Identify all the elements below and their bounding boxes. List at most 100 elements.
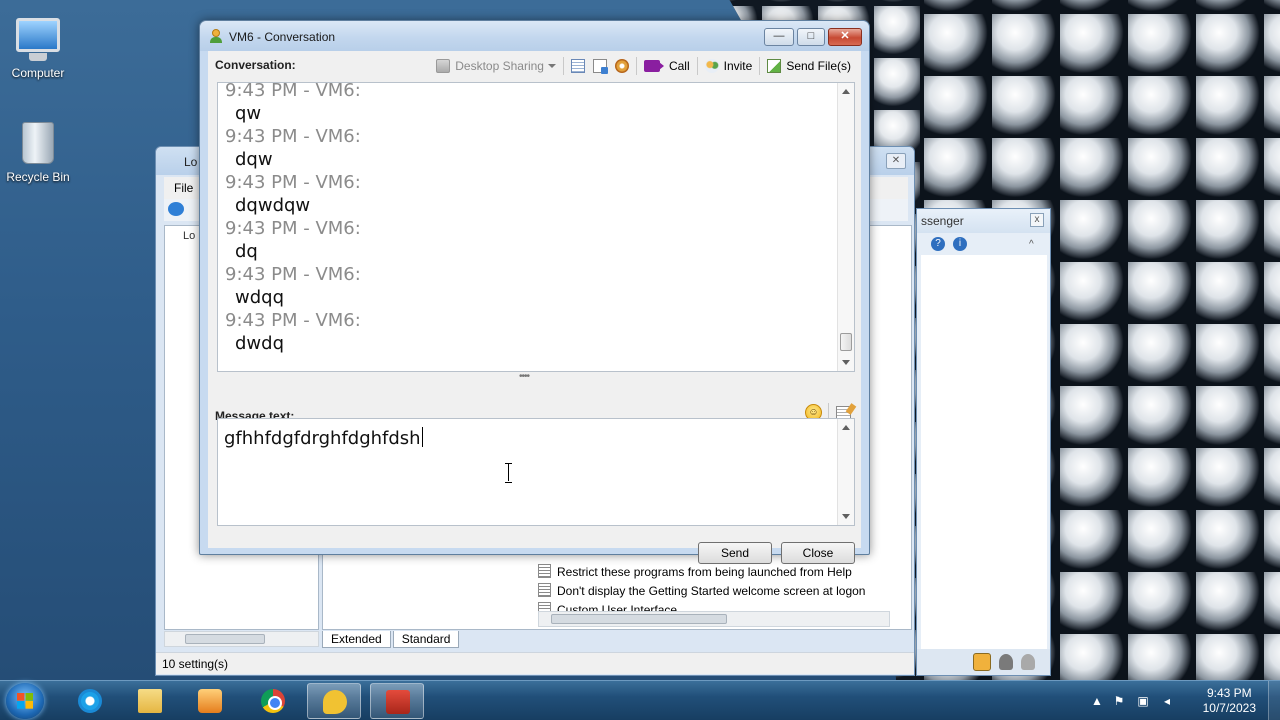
maximize-button[interactable]: □ xyxy=(797,28,825,46)
volume-muted-icon[interactable]: ◂ xyxy=(1160,694,1174,708)
conversation-scrollbar[interactable] xyxy=(837,83,854,371)
message-input-text: gfhhfdgfdrghfdghfdsh xyxy=(224,427,423,449)
whiteboard-icon xyxy=(570,59,585,73)
gear-icon xyxy=(614,59,629,73)
send-button[interactable]: Send xyxy=(698,542,772,564)
network-icon[interactable]: ▣ xyxy=(1136,694,1150,708)
call-label: Call xyxy=(668,59,690,73)
scroll-up-arrow-icon[interactable] xyxy=(842,89,850,94)
scroll-down-arrow-icon[interactable] xyxy=(842,514,850,519)
scroll-thumb[interactable] xyxy=(185,634,265,644)
setting-item[interactable]: Don't display the Getting Started welcom… xyxy=(538,583,865,598)
video-camera-icon xyxy=(643,60,664,72)
document-icon xyxy=(592,59,608,74)
desktop-sharing-label: Desktop Sharing xyxy=(455,59,544,73)
message-header: 9:43 PM - VM6: xyxy=(225,310,361,331)
tab-extended[interactable]: Extended xyxy=(322,631,391,648)
collapse-icon[interactable]: ^ xyxy=(1029,239,1034,250)
info-icon[interactable]: i xyxy=(953,237,967,251)
messenger-contact-list[interactable] xyxy=(921,255,1047,650)
settings-horizontal-scrollbar[interactable] xyxy=(538,611,890,627)
message-input-scrollbar[interactable] xyxy=(837,419,854,525)
desktop-icon-recycle-bin[interactable]: Recycle Bin xyxy=(0,122,76,184)
desktop-icon-computer[interactable]: Computer xyxy=(0,10,76,80)
setting-item[interactable]: Restrict these programs from being launc… xyxy=(538,564,852,579)
message-text: dqwdqw xyxy=(235,195,311,216)
desktop-icon-label: Recycle Bin xyxy=(6,170,70,184)
status-bar: 10 setting(s) xyxy=(156,652,914,674)
messenger-window[interactable]: ssenger x ? i ^ xyxy=(916,208,1051,676)
call-button[interactable]: Call xyxy=(640,56,694,76)
send-files-button[interactable]: Send File(s) xyxy=(763,56,855,76)
desktop-sharing-button[interactable]: Desktop Sharing xyxy=(432,56,560,76)
taskbar-app-file-explorer[interactable] xyxy=(123,683,177,719)
messenger-close-button[interactable]: x xyxy=(1030,213,1044,227)
desktop-icon-label: Computer xyxy=(11,66,65,80)
back-arrow-icon[interactable] xyxy=(168,202,184,216)
messenger-chat-icon xyxy=(323,690,347,714)
scroll-thumb[interactable] xyxy=(551,614,727,624)
show-hidden-icons-icon[interactable]: ▲ xyxy=(1090,694,1104,708)
taskbar-app-internet-explorer[interactable] xyxy=(63,683,117,719)
settings-button[interactable] xyxy=(611,56,633,76)
status-offline-icon[interactable] xyxy=(1021,654,1035,670)
toolbar-separator xyxy=(635,57,637,75)
scroll-up-arrow-icon[interactable] xyxy=(842,425,850,430)
conversation-toolbar: Desktop Sharing Call Invite Send File(s) xyxy=(432,55,855,77)
minimize-button[interactable]: — xyxy=(764,28,794,46)
message-list: 9:43 PM - VM6: qw 9:43 PM - VM6: dqw 9:4… xyxy=(225,82,825,355)
taskbar-app-media-player[interactable] xyxy=(183,683,237,719)
toolbox-icon xyxy=(386,690,410,714)
group-policy-close-button[interactable]: ✕ xyxy=(886,153,906,169)
computer-icon xyxy=(16,18,60,61)
show-desktop-button[interactable] xyxy=(1268,681,1280,720)
recycle-bin-icon xyxy=(22,122,54,164)
invite-button[interactable]: Invite xyxy=(701,56,757,76)
send-file-icon xyxy=(767,59,782,73)
taskbar-clock[interactable]: 9:43 PM 10/7/2023 xyxy=(1203,686,1256,716)
shared-document-button[interactable] xyxy=(589,56,611,76)
conversation-client-area: Conversation: Desktop Sharing Call Invit… xyxy=(208,51,861,564)
whiteboard-button[interactable] xyxy=(567,56,589,76)
send-files-label: Send File(s) xyxy=(786,59,851,73)
clock-time: 9:43 PM xyxy=(1206,686,1252,700)
start-button[interactable] xyxy=(6,683,44,719)
help-icon[interactable]: ? xyxy=(931,237,945,251)
pane-splitter-handle[interactable]: •••• xyxy=(519,371,530,382)
window-title: VM6 - Conversation xyxy=(229,30,336,44)
scroll-down-arrow-icon[interactable] xyxy=(842,360,850,365)
taskbar-app-chrome[interactable] xyxy=(246,683,300,719)
toolbar-separator xyxy=(759,57,761,75)
action-center-flag-icon[interactable]: ⚑ xyxy=(1112,694,1126,708)
taskbar-app-toolbox[interactable] xyxy=(370,683,424,719)
message-text: qw xyxy=(235,103,262,124)
menu-file[interactable]: File xyxy=(174,181,193,195)
toolbar-separator xyxy=(696,57,698,75)
message-input-value: gfhhfdgfdrghfdghfdsh xyxy=(224,428,421,449)
status-away-icon[interactable] xyxy=(999,654,1013,670)
toolbar-separator xyxy=(562,57,564,75)
status-online-icon[interactable] xyxy=(973,653,991,671)
scroll-thumb[interactable] xyxy=(840,333,852,351)
tab-standard[interactable]: Standard xyxy=(392,631,460,648)
invite-label: Invite xyxy=(723,59,753,73)
system-tray: ▲ ⚑ ▣ ◂ 9:43 PM 10/7/2023 xyxy=(1090,681,1280,720)
clock-date: 10/7/2023 xyxy=(1202,701,1256,715)
message-text: wdqq xyxy=(235,287,284,308)
taskbar-app-messenger[interactable] xyxy=(307,683,361,719)
view-tabs: Extended Standard xyxy=(322,631,461,649)
conversation-window[interactable]: VM6 - Conversation — □ ✕ Conversation: D… xyxy=(199,20,870,564)
messenger-user-icon xyxy=(210,29,222,43)
folder-icon xyxy=(138,689,162,713)
close-window-button[interactable]: ✕ xyxy=(828,28,862,46)
conversation-titlebar[interactable]: VM6 - Conversation — □ ✕ xyxy=(200,21,869,51)
conversation-history[interactable]: 9:43 PM - VM6: qw 9:43 PM - VM6: dqw 9:4… xyxy=(217,82,855,372)
chrome-icon xyxy=(261,689,285,713)
close-button[interactable]: Close xyxy=(781,542,855,564)
message-text: dwdq xyxy=(235,333,284,354)
tree-horizontal-scrollbar[interactable] xyxy=(164,631,319,647)
text-caret xyxy=(421,427,423,447)
message-input[interactable]: gfhhfdgfdrghfdghfdsh xyxy=(217,418,855,526)
media-player-icon xyxy=(198,689,222,713)
message-header: 9:43 PM - VM6: xyxy=(225,82,361,101)
